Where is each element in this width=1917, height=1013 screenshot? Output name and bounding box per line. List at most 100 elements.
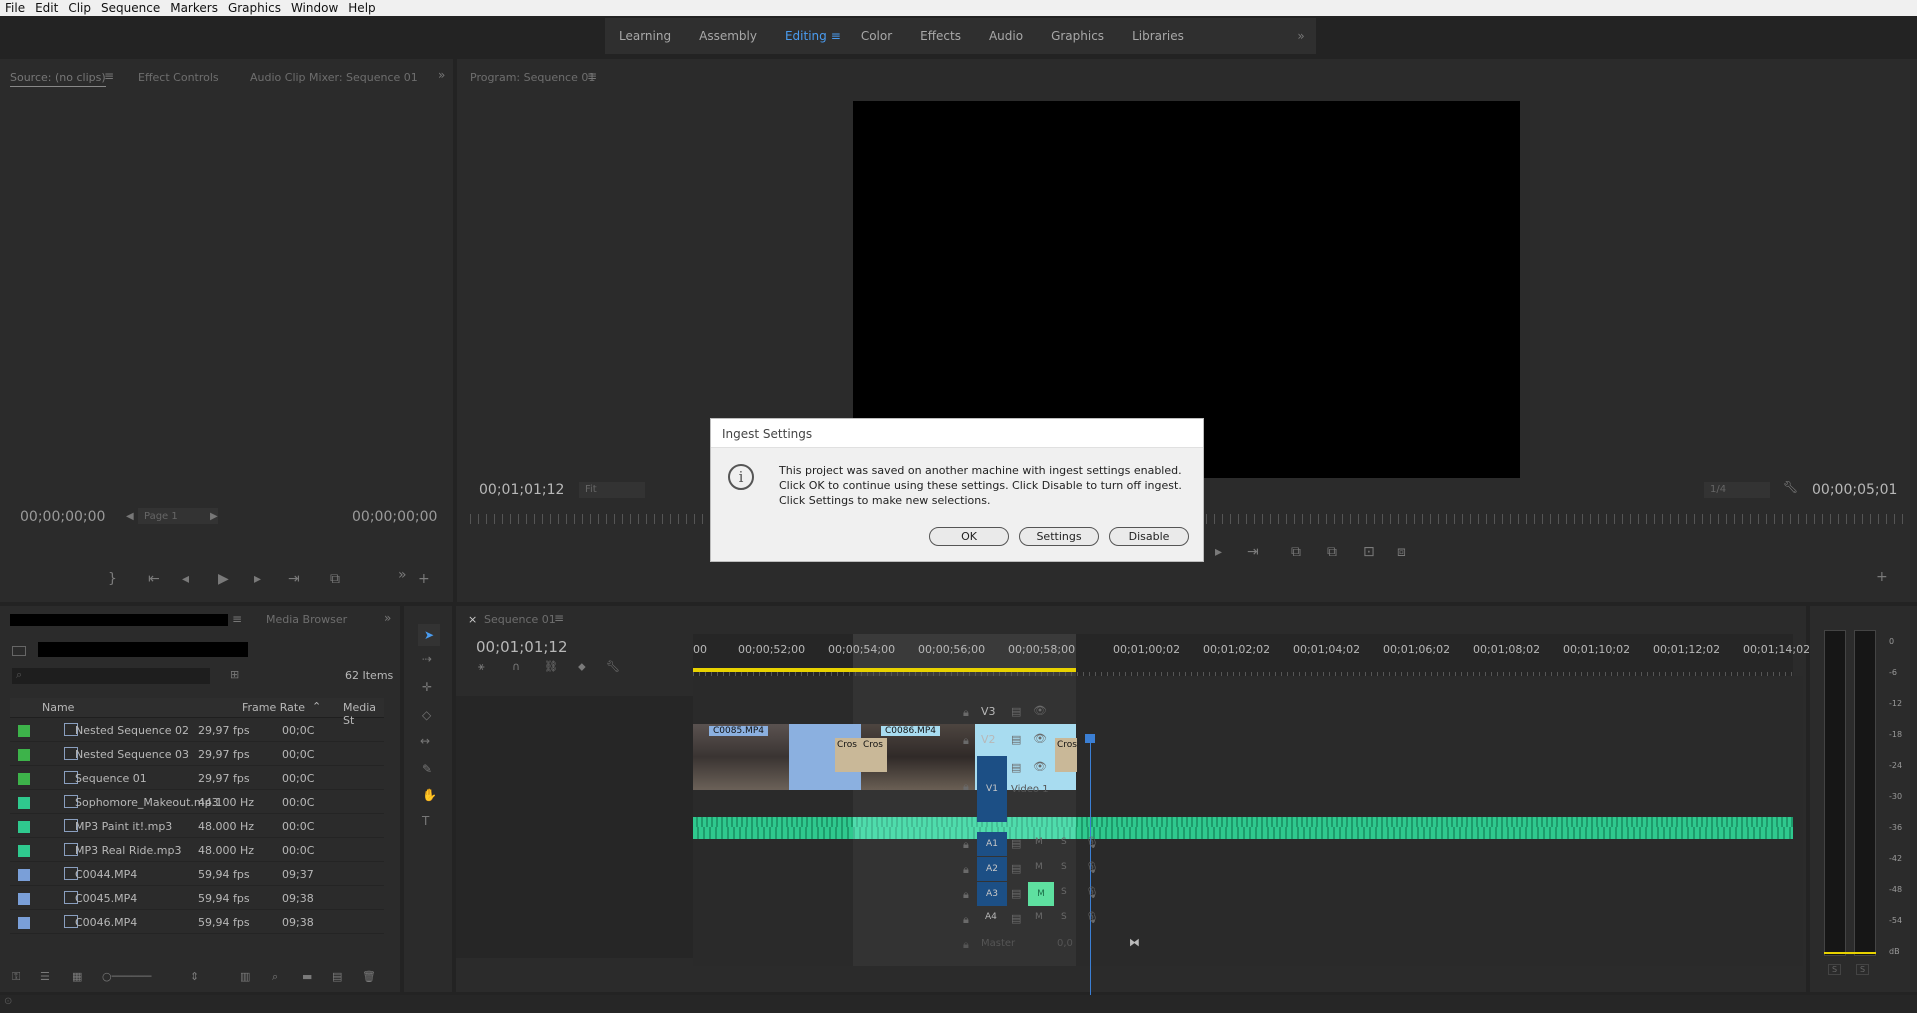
lock-icon[interactable]: 🔒︎ (963, 780, 969, 794)
menu-help[interactable]: Help (343, 0, 380, 16)
tab-program[interactable]: Program: Sequence 01 (470, 71, 595, 84)
program-timecode-left[interactable]: 00;01;01;12 (479, 482, 564, 498)
go-to-out-icon[interactable]: ⇥ (1247, 544, 1259, 560)
label-color-swatch[interactable] (18, 917, 30, 929)
comparison-view-icon[interactable]: ⧈ (1397, 544, 1406, 560)
tab-sequence[interactable]: Sequence 01 (484, 613, 556, 626)
find-icon[interactable]: ⌕ (272, 970, 278, 984)
workspace-graphics[interactable]: Graphics (1037, 29, 1118, 43)
list-item[interactable]: Sequence 01 29,97 fps 00;0C (10, 766, 384, 790)
source-timecode-left[interactable]: 00;00;00;00 (20, 509, 105, 525)
solo-right-button[interactable]: S (1856, 964, 1870, 975)
workspace-effects[interactable]: Effects (906, 29, 975, 43)
lock-icon[interactable]: 🔒︎ (963, 706, 969, 720)
label-color-swatch[interactable] (18, 845, 30, 857)
selection-tool-icon[interactable]: ➤ (418, 624, 440, 646)
mute-button[interactable]: M (1035, 912, 1043, 922)
label-color-swatch[interactable] (18, 869, 30, 881)
step-forward-icon[interactable]: ▸ (254, 571, 261, 587)
eye-icon[interactable]: 👁︎ (1033, 704, 1047, 717)
solo-button[interactable]: S (1061, 887, 1067, 897)
tab-media-browser[interactable]: Media Browser (266, 613, 347, 626)
trash-icon[interactable]: 🗑︎ (362, 970, 376, 983)
page-right-icon[interactable]: ▶ (210, 511, 218, 522)
sync-lock-icon[interactable]: ▤ (1011, 761, 1021, 774)
panel-menu-icon[interactable]: ≡ (104, 69, 114, 83)
label-color-swatch[interactable] (18, 797, 30, 809)
workspace-audio[interactable]: Audio (975, 29, 1037, 43)
ok-button[interactable]: OK (929, 527, 1009, 546)
icon-view-icon[interactable]: ▦ (72, 970, 82, 983)
timeline-timecode[interactable]: 00;01;01;12 (476, 638, 568, 656)
menu-file[interactable]: File (0, 0, 30, 16)
quality-dropdown[interactable]: 1/4 (1704, 482, 1770, 498)
hand-tool-icon[interactable]: ✋ (422, 788, 437, 802)
tab-audio-clip-mixer[interactable]: Audio Clip Mixer: Sequence 01 (250, 71, 418, 84)
lock-icon[interactable]: 🔒︎ (963, 888, 969, 902)
solo-button[interactable]: S (1061, 862, 1067, 872)
list-item[interactable]: C0045.MP4 59,94 fps 09;38 (10, 886, 384, 910)
list-item[interactable]: MP3 Paint it!.mp3 48.000 Hz 00:0C (10, 814, 384, 838)
menu-graphics[interactable]: Graphics (223, 0, 286, 16)
col-name[interactable]: Name (42, 701, 74, 714)
sync-lock-icon[interactable]: ▤ (1011, 837, 1021, 850)
solo-button[interactable]: S (1061, 837, 1067, 847)
panel-menu-icon[interactable]: ≡ (587, 69, 597, 83)
lock-icon[interactable]: 🔒︎ (963, 838, 969, 852)
sort-ascending-icon[interactable]: ⌃ (312, 700, 321, 713)
wrench-icon[interactable]: 🔧︎ (1783, 480, 1798, 494)
list-item[interactable]: MP3 Real Ride.mp3 48.000 Hz 00:0C (10, 838, 384, 862)
zoom-slider[interactable]: ○────── (102, 970, 151, 983)
list-item[interactable]: C0046.MP4 59,94 fps 09;38 (10, 910, 384, 934)
step-back-icon[interactable]: ◂ (182, 571, 189, 587)
track-a2-label[interactable]: A2 (977, 857, 1007, 881)
close-icon[interactable]: × (468, 613, 477, 626)
page-selector[interactable]: Page 1 (138, 508, 218, 524)
track-a4-label[interactable]: A4 (985, 912, 997, 922)
mute-button[interactable]: M (1035, 837, 1043, 847)
track-v3-label[interactable]: V3 (981, 705, 996, 718)
solo-left-button[interactable]: S (1828, 964, 1842, 975)
menu-markers[interactable]: Markers (165, 0, 223, 16)
timeline-settings-icon[interactable]: 🔧︎ (606, 660, 620, 673)
master-value[interactable]: 0,0 (1057, 938, 1073, 949)
panel-menu-icon[interactable]: ≡ (554, 611, 564, 625)
menu-window[interactable]: Window (286, 0, 343, 16)
lock-icon[interactable]: 🔒︎ (963, 938, 969, 952)
step-forward-icon[interactable]: ▸ (1215, 544, 1222, 560)
menu-sequence[interactable]: Sequence (96, 0, 165, 16)
eye-icon[interactable]: 👁︎ (1033, 760, 1047, 773)
add-button-icon[interactable]: + (418, 571, 430, 587)
go-to-in-icon[interactable]: ⇤ (148, 571, 160, 587)
insert-icon[interactable]: ⧉ (330, 571, 340, 587)
new-bin-icon[interactable]: ▬ (302, 970, 312, 983)
nest-icon[interactable]: ⚹ (478, 660, 485, 674)
ripple-edit-tool-icon[interactable]: ✛ (422, 680, 432, 694)
add-marker-icon[interactable]: ⬥ (578, 660, 586, 674)
linked-selection-icon[interactable]: ⛓ (544, 660, 558, 673)
overflow-icon[interactable]: » (438, 68, 445, 82)
search-input[interactable] (12, 668, 210, 684)
tab-source[interactable]: Source: (no clips) (10, 71, 106, 87)
new-item-icon[interactable]: ▤ (332, 970, 342, 983)
mute-button-active[interactable]: M (1028, 882, 1054, 906)
track-v1-label[interactable]: V1 (977, 756, 1007, 822)
sync-lock-icon[interactable]: ▤ (1011, 705, 1021, 718)
track-select-tool-icon[interactable]: ⇢ (422, 652, 432, 666)
sync-lock-icon[interactable]: ▤ (1011, 862, 1021, 875)
go-to-out-icon[interactable]: ⇥ (288, 571, 300, 587)
workspace-editing[interactable]: Editing (771, 29, 841, 43)
list-item[interactable]: Nested Sequence 02 29,97 fps 00;0C (10, 718, 384, 742)
type-tool-icon[interactable]: T (422, 814, 429, 828)
new-bin-from-search-icon[interactable]: ⊞ (230, 668, 239, 681)
workspace-overflow-icon[interactable]: » (1286, 18, 1316, 54)
overflow-icon[interactable]: » (384, 611, 391, 625)
microphone-icon[interactable]: 🎙︎ (1085, 911, 1099, 924)
automate-icon[interactable]: ▥ (240, 970, 250, 983)
disable-button[interactable]: Disable (1109, 527, 1189, 546)
track-a3-label[interactable]: A3 (977, 882, 1007, 906)
mute-button[interactable]: M (1035, 862, 1043, 872)
page-left-icon[interactable]: ◀ (126, 511, 134, 522)
track-v2-label[interactable]: V2 (981, 733, 996, 746)
solo-button[interactable]: S (1061, 912, 1067, 922)
